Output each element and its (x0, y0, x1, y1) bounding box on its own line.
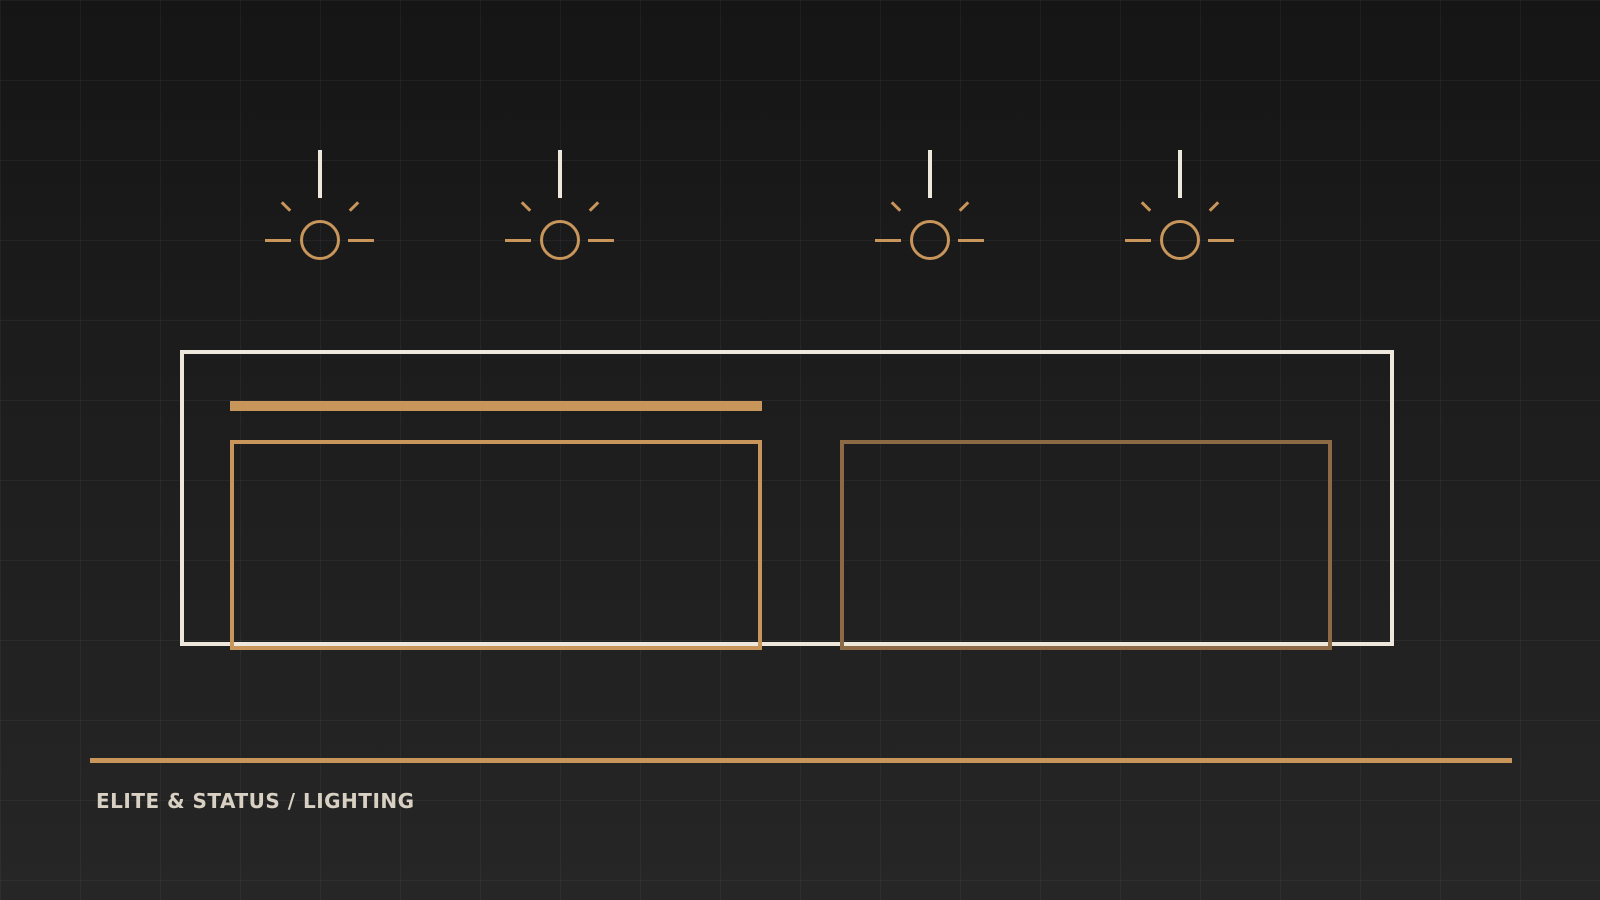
counter-panel-left (230, 440, 762, 650)
light-ray (1208, 239, 1234, 242)
bulb-icon (300, 220, 340, 260)
light-ray (505, 239, 531, 242)
light-ray (958, 239, 984, 242)
floor-line (90, 758, 1512, 763)
pendant-cord (1178, 150, 1182, 198)
pendant-cord (928, 150, 932, 198)
light-ray (265, 239, 291, 242)
light-ray (348, 239, 374, 242)
bulb-icon (540, 220, 580, 260)
bulb-icon (910, 220, 950, 260)
pendant-cord (318, 150, 322, 198)
pendant-cord (558, 150, 562, 198)
bulb-icon (1160, 220, 1200, 260)
counter-panel-right (840, 440, 1332, 650)
light-ray (588, 239, 614, 242)
caption-label: ELITE & STATUS / LIGHTING (96, 789, 415, 813)
light-ray (1125, 239, 1151, 242)
light-ray (875, 239, 901, 242)
counter-top-bar (230, 401, 762, 411)
